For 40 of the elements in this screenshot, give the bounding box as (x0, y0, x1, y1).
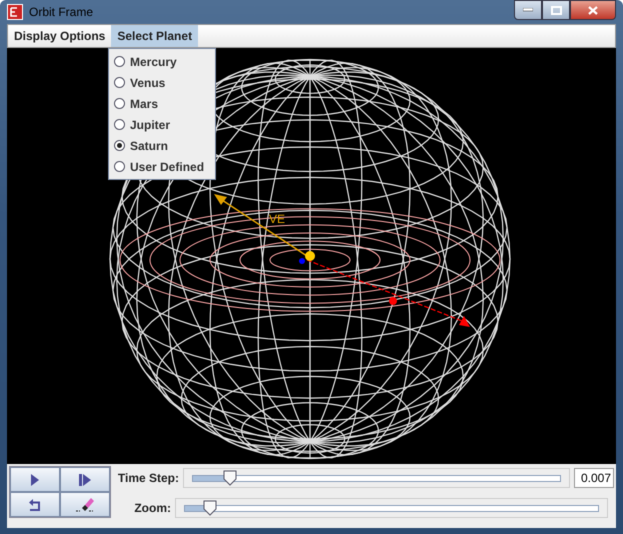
minimize-button[interactable] (514, 0, 542, 20)
eraser-icon (76, 496, 94, 512)
planet-option[interactable]: Jupiter (109, 114, 215, 135)
radio-button[interactable] (114, 119, 125, 130)
earth-dot (299, 258, 305, 264)
radio-button[interactable] (114, 161, 125, 172)
radio-button[interactable] (114, 77, 125, 88)
planet-option[interactable]: Mars (109, 93, 215, 114)
maximize-icon (550, 6, 562, 14)
radio-button[interactable] (114, 140, 125, 151)
maximize-button[interactable] (542, 0, 570, 20)
sun-dot (305, 251, 315, 261)
play-icon (31, 474, 39, 486)
planet-option[interactable]: Venus (109, 72, 215, 93)
window-title: Orbit Frame (29, 5, 94, 19)
slider-thumb[interactable] (222, 470, 237, 486)
close-icon (588, 6, 598, 14)
clear-button[interactable] (60, 492, 110, 517)
planet-dot (389, 297, 397, 305)
close-button[interactable] (570, 0, 616, 20)
step-button[interactable] (60, 467, 110, 492)
menu-item[interactable]: Display Options (8, 25, 112, 47)
planet-option[interactable]: User Defined (109, 156, 215, 177)
app-icon (7, 4, 23, 20)
radio-button[interactable] (114, 56, 125, 67)
step-icon (79, 474, 91, 486)
slider-label: Zoom: (133, 501, 171, 515)
reset-button[interactable] (10, 492, 60, 517)
slider[interactable] (175, 498, 608, 518)
menu-item[interactable]: Select Planet (111, 25, 198, 47)
radio-button[interactable] (114, 98, 125, 109)
slider-thumb[interactable] (202, 500, 217, 516)
minimize-icon (523, 8, 533, 12)
value-field[interactable]: 0.007 (574, 468, 614, 488)
planet-option[interactable]: Saturn (109, 135, 215, 156)
planet-option[interactable]: Mercury (109, 51, 215, 72)
slider[interactable] (183, 468, 570, 488)
undo-arrow-icon (28, 498, 42, 512)
play-button[interactable] (10, 467, 60, 492)
slider-label: Time Step: (116, 471, 179, 485)
